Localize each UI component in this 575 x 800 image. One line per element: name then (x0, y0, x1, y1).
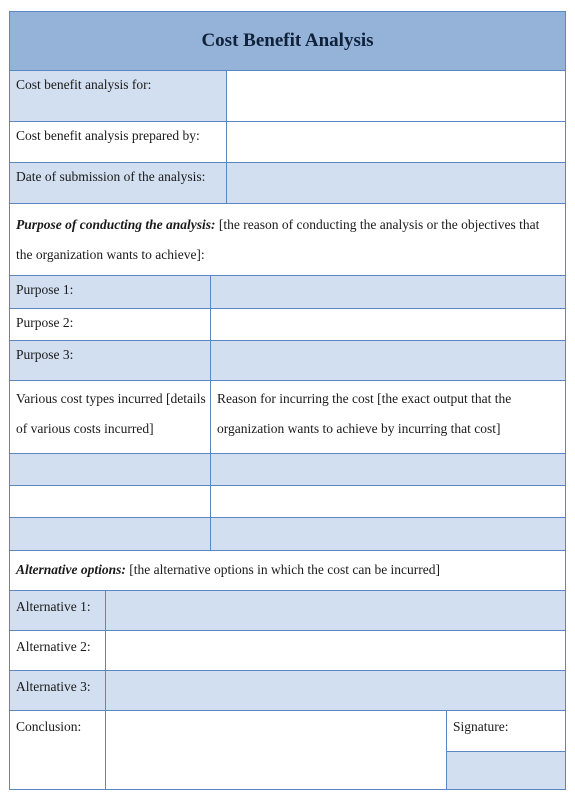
analysis-for-field[interactable] (226, 71, 565, 121)
purpose-row: Purpose 3: (10, 340, 565, 380)
alternative-row: Alternative 2: (10, 630, 565, 670)
purpose-description: Purpose of conducting the analysis: [the… (10, 204, 565, 270)
info-label: Date of submission of the analysis: (10, 163, 226, 203)
conclusion-row: Conclusion: Signature: (10, 710, 565, 789)
conclusion-label: Conclusion: (10, 711, 105, 789)
alternatives-text: [the alternative options in which the co… (125, 562, 441, 577)
purpose-row: Purpose 2: (10, 308, 565, 340)
alternative-label: Alternative 1: (10, 591, 105, 630)
cost-table-row (10, 485, 565, 517)
cost-table-row (10, 453, 565, 485)
purpose-section: Purpose of conducting the analysis: [the… (10, 203, 565, 275)
signature-label: Signature: (446, 711, 565, 751)
prepared-by-field[interactable] (226, 122, 565, 162)
cost-table-header: Various cost types incurred [details of … (10, 380, 565, 453)
conclusion-field[interactable] (105, 711, 446, 789)
cost-field[interactable] (10, 518, 210, 550)
cost-reason-header: Reason for incurring the cost [the exact… (210, 381, 565, 453)
alternatives-section: Alternative options: [the alternative op… (10, 550, 565, 590)
purpose-row: Purpose 1: (10, 275, 565, 308)
alternative-2-field[interactable] (105, 631, 565, 670)
alternative-label: Alternative 2: (10, 631, 105, 670)
alternative-3-field[interactable] (105, 671, 565, 710)
info-row-prepared-by: Cost benefit analysis prepared by: (10, 121, 565, 162)
alternatives-heading: Alternative options: (16, 562, 126, 577)
alternative-row: Alternative 3: (10, 670, 565, 710)
alternative-label: Alternative 3: (10, 671, 105, 710)
purpose-3-field[interactable] (210, 341, 565, 380)
info-row-submission-date: Date of submission of the analysis: (10, 162, 565, 203)
alternative-1-field[interactable] (105, 591, 565, 630)
cost-benefit-form: Cost Benefit Analysis Cost benefit analy… (9, 11, 566, 790)
reason-field[interactable] (210, 454, 565, 485)
reason-field[interactable] (210, 518, 565, 550)
purpose-2-field[interactable] (210, 309, 565, 340)
info-label: Cost benefit analysis prepared by: (10, 122, 226, 162)
alternatives-description: Alternative options: [the alternative op… (10, 551, 565, 585)
info-label: Cost benefit analysis for: (10, 71, 226, 121)
cost-table-row (10, 517, 565, 550)
purpose-1-field[interactable] (210, 276, 565, 308)
signature-field[interactable] (446, 751, 565, 789)
cost-types-header: Various cost types incurred [details of … (10, 381, 210, 453)
cost-field[interactable] (10, 454, 210, 485)
reason-field[interactable] (210, 486, 565, 517)
purpose-label: Purpose 2: (10, 309, 210, 340)
submission-date-field[interactable] (226, 163, 565, 203)
cost-field[interactable] (10, 486, 210, 517)
purpose-heading: Purpose of conducting the analysis: (16, 217, 216, 232)
alternative-row: Alternative 1: (10, 590, 565, 630)
info-row-analysis-for: Cost benefit analysis for: (10, 70, 565, 121)
purpose-label: Purpose 1: (10, 276, 210, 308)
form-title: Cost Benefit Analysis (10, 12, 565, 70)
purpose-label: Purpose 3: (10, 341, 210, 380)
